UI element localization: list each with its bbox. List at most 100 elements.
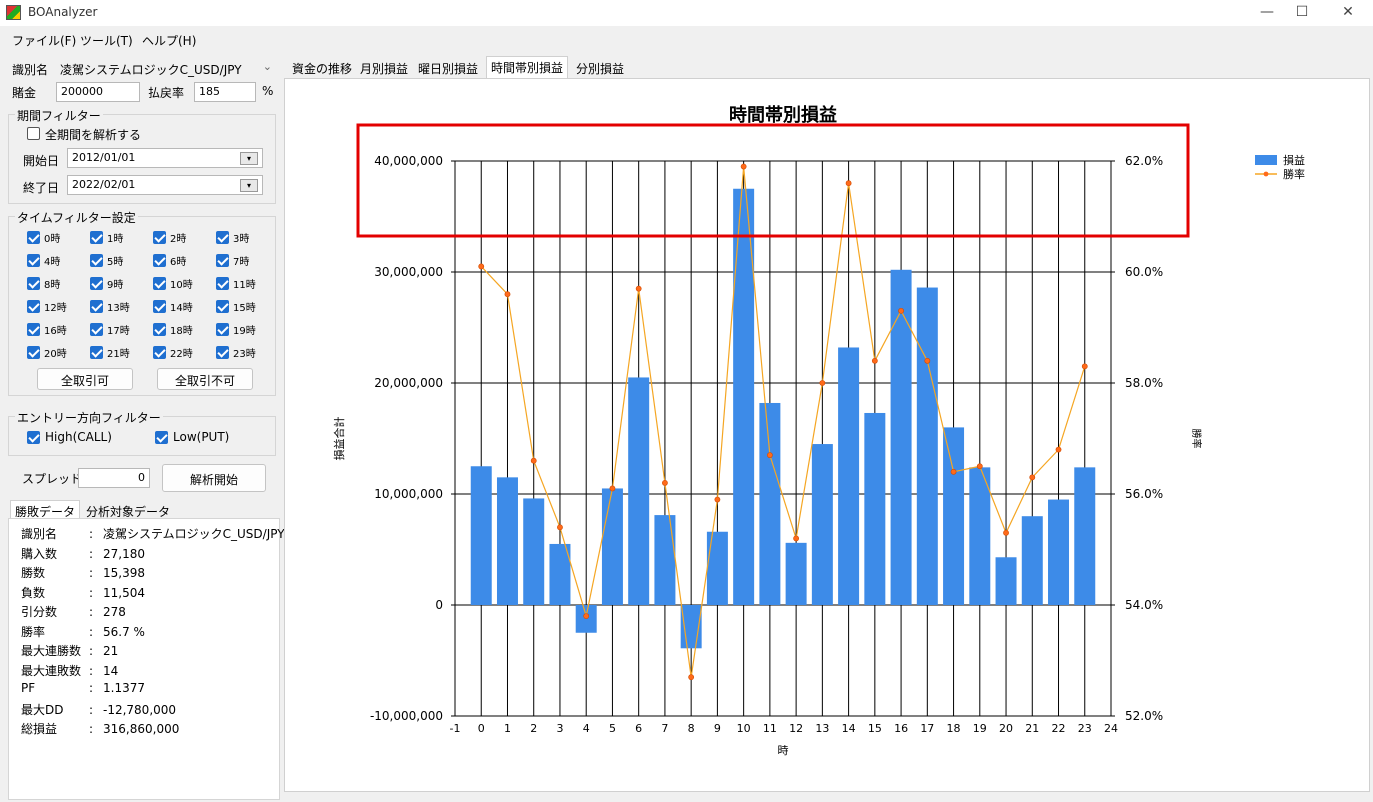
hour-checkbox-11[interactable] xyxy=(216,277,229,290)
stats-panel: 識別名: 凌駕システムロジックC_USD/JPY 購入数:27,180 勝数:15,3… xyxy=(8,518,285,800)
hour-checkbox-1[interactable] xyxy=(90,231,103,244)
x-tick-label: 18 xyxy=(947,722,961,735)
high-call-checkbox[interactable] xyxy=(27,431,40,444)
hour-checkbox-9[interactable] xyxy=(90,277,103,290)
hour-checkbox-8[interactable] xyxy=(27,277,40,290)
hour-checkbox-23[interactable] xyxy=(216,346,229,359)
start-date-input[interactable]: 2012/01/01 ▾ xyxy=(67,148,263,168)
bar-profit xyxy=(785,542,807,605)
spread-input[interactable]: 0 xyxy=(78,468,150,488)
all-period-checkbox[interactable] xyxy=(27,127,40,140)
stats-row: 最大連勝数:21 xyxy=(21,642,118,659)
hour-label: 7時 xyxy=(233,257,250,268)
end-date-value: 2022/02/01 xyxy=(72,178,136,191)
title-bar: BOAnalyzer — ☐ ✕ xyxy=(0,0,1373,26)
hour-checkbox-7[interactable] xyxy=(216,254,229,267)
hour-checkbox-18[interactable] xyxy=(153,323,166,336)
minimize-button[interactable]: — xyxy=(1252,3,1282,23)
hour-checkbox-12[interactable] xyxy=(27,300,40,313)
allow-all-button[interactable]: 全取引可 xyxy=(37,368,133,390)
hour-checkbox-6[interactable] xyxy=(153,254,166,267)
stats-row: 負数:11,504 xyxy=(21,584,145,601)
stats-colon: : xyxy=(89,566,94,580)
end-date-input[interactable]: 2022/02/01 ▾ xyxy=(67,175,263,195)
hour-label: 18時 xyxy=(170,326,193,337)
hour-checkbox-16[interactable] xyxy=(27,323,40,336)
hour-checkbox-22[interactable] xyxy=(153,346,166,359)
menu-file[interactable]: ファイル(F) xyxy=(12,32,76,49)
hour-checkbox-21[interactable] xyxy=(90,346,103,359)
stats-row: PF:1.1377 xyxy=(21,681,145,695)
stats-colon: : xyxy=(89,624,94,639)
stats-row: 識別名: 凌駕システムロジックC_USD/JPY xyxy=(21,525,285,542)
stats-key: 総損益 xyxy=(21,722,58,736)
hour-checkbox-5[interactable] xyxy=(90,254,103,267)
x-tick-label: 9 xyxy=(714,722,721,735)
hour-label: 6時 xyxy=(170,257,187,268)
high-call-label: High(CALL) xyxy=(45,430,112,444)
tab-weekday[interactable]: 曜日別損益 xyxy=(414,58,482,78)
id-select[interactable]: 凌駕システムロジックC_USD/JPY ⌄ xyxy=(56,58,276,78)
bet-input[interactable]: 200000 xyxy=(56,82,140,102)
hour-label: 12時 xyxy=(44,303,67,314)
stats-colon: : xyxy=(89,681,94,695)
hour-label: 1時 xyxy=(107,234,124,245)
hour-checkbox-0[interactable] xyxy=(27,231,40,244)
stats-value: 14 xyxy=(103,663,119,678)
stats-value: -12,780,000 xyxy=(103,702,177,717)
calendar-icon[interactable]: ▾ xyxy=(240,179,258,192)
win-rate-point xyxy=(766,452,773,459)
x-tick-label: -1 xyxy=(450,722,461,735)
hour-label: 20時 xyxy=(44,349,67,360)
win-rate-point xyxy=(1029,474,1036,481)
run-analysis-button[interactable]: 解析開始 xyxy=(162,464,266,492)
menu-help[interactable]: ヘルプ(H) xyxy=(142,32,196,49)
win-rate-point xyxy=(662,479,668,486)
hour-label: 11時 xyxy=(233,280,256,291)
y-axis-label: 損益合計 xyxy=(332,417,346,461)
hour-checkbox-14[interactable] xyxy=(153,300,166,313)
deny-all-button[interactable]: 全取引不可 xyxy=(157,368,253,390)
hour-label: 2時 xyxy=(170,234,187,245)
calendar-icon[interactable]: ▾ xyxy=(240,152,258,165)
hour-checkbox-17[interactable] xyxy=(90,323,103,336)
hour-label: 5時 xyxy=(107,257,124,268)
stats-colon: : xyxy=(89,585,94,600)
hour-checkbox-3[interactable] xyxy=(216,231,229,244)
tab-minute[interactable]: 分別損益 xyxy=(572,58,628,78)
hour-checkbox-10[interactable] xyxy=(153,277,166,290)
bar-profit xyxy=(654,515,676,605)
chart-pane: 時間帯別損益 -1 0 1 2 3 4 5 6 7 8 9 10 11 12 13 14 15 16 17 18 19 20… xyxy=(284,78,1370,792)
close-button[interactable]: ✕ xyxy=(1333,3,1363,23)
win-rate-point xyxy=(714,496,721,503)
tab-hourly[interactable]: 時間帯別損益 xyxy=(486,56,569,78)
win-rate-point xyxy=(557,524,563,531)
maximize-button[interactable]: ☐ xyxy=(1287,3,1317,23)
x-tick-label: 20 xyxy=(999,722,1013,735)
hour-checkbox-20[interactable] xyxy=(27,346,40,359)
stats-key: 勝数 xyxy=(21,566,46,580)
x-tick-label: 17 xyxy=(920,722,934,735)
win-rate-point xyxy=(793,535,800,542)
low-put-checkbox[interactable] xyxy=(155,431,168,444)
menu-tools[interactable]: ツール(T) xyxy=(80,32,133,49)
payout-input[interactable]: 185 xyxy=(194,82,256,102)
hour-checkbox-15[interactable] xyxy=(216,300,229,313)
hour-label: 21時 xyxy=(107,349,130,360)
x-tick-label: 3 xyxy=(556,722,563,735)
hour-checkbox-19[interactable] xyxy=(216,323,229,336)
x-tick-label: 19 xyxy=(973,722,987,735)
hour-checkbox-13[interactable] xyxy=(90,300,103,313)
win-rate-point xyxy=(478,263,485,270)
hour-checkbox-2[interactable] xyxy=(153,231,166,244)
chevron-down-icon: ⌄ xyxy=(262,60,272,73)
win-rate-point xyxy=(871,357,878,364)
x-tick-label: 4 xyxy=(583,722,590,735)
tab-balance[interactable]: 資金の推移 xyxy=(288,58,356,78)
hour-checkbox-4[interactable] xyxy=(27,254,40,267)
tab-monthly[interactable]: 月別損益 xyxy=(356,58,412,78)
stats-row: 購入数:27,180 xyxy=(21,545,145,562)
win-rate-point xyxy=(1055,446,1062,453)
stats-value: 11,504 xyxy=(103,585,145,600)
y2-tick-label: 62.0% xyxy=(1125,154,1163,168)
